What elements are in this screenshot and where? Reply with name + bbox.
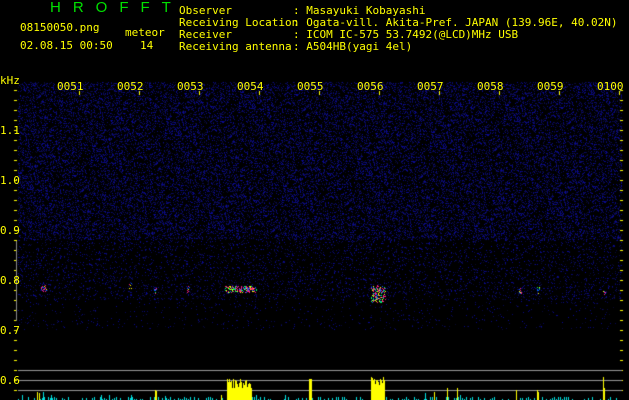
meteor-label: meteor — [125, 26, 165, 39]
time-label: 0055 — [297, 80, 324, 93]
time-label: 0059 — [537, 80, 564, 93]
freq-label: 0.9 — [0, 224, 20, 237]
datetime: 02.08.15 00:50 — [20, 39, 113, 52]
time-label: 0057 — [417, 80, 444, 93]
antenna-label: Receiving antenna — [179, 40, 292, 53]
freq-label: 1.0 — [0, 174, 20, 187]
time-label: 0052 — [117, 80, 144, 93]
meteor-count: 14 — [140, 39, 154, 52]
time-label: 0053 — [177, 80, 204, 93]
freq-unit: kHz — [0, 74, 20, 87]
time-label: 0056 — [357, 80, 384, 93]
filename: 08150050.png — [20, 21, 100, 34]
time-label: 0100 — [597, 80, 624, 93]
freq-label: 0.7 — [0, 324, 20, 337]
time-label: 0058 — [477, 80, 504, 93]
antenna-value: : A504HB(yagi 4el) — [293, 40, 413, 53]
freq-label: 1.1 — [0, 124, 20, 137]
time-label: 0054 — [237, 80, 264, 93]
freq-label: 0.8 — [0, 274, 20, 287]
time-label: 0051 — [57, 80, 84, 93]
spectrogram — [0, 0, 629, 400]
freq-label: 0.6 — [0, 374, 20, 387]
app-title: HROFFT — [50, 0, 183, 16]
